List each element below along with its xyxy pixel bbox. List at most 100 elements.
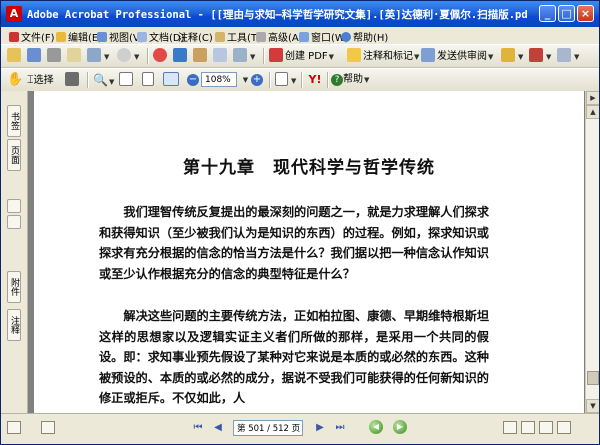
print-icon — [47, 48, 61, 62]
scroll-up-button[interactable]: ▲ — [586, 105, 599, 119]
organizer-button[interactable]: ▼ — [87, 48, 109, 64]
organizer-icon — [87, 48, 101, 62]
continuous-icon[interactable] — [521, 421, 535, 434]
hand-tool-button[interactable]: ✋ — [7, 72, 23, 88]
tab-comments[interactable]: 注释 — [7, 309, 21, 341]
more-tools-button[interactable]: ▼ — [233, 48, 255, 64]
tab-layers[interactable] — [7, 199, 21, 213]
open-button[interactable] — [7, 48, 23, 64]
maximize-button[interactable]: □ — [558, 5, 575, 22]
stop-button[interactable] — [153, 48, 169, 64]
menu-advanced[interactable]: 高级(A) — [256, 29, 303, 44]
menu-help[interactable]: 帮助(H) — [341, 29, 388, 44]
page-size-icon[interactable] — [7, 421, 21, 434]
options-arrow-icon[interactable]: ▶ — [586, 91, 599, 105]
menu-comments[interactable]: 注释(C) — [178, 29, 213, 44]
actual-size-icon — [119, 72, 133, 86]
menu-bar: 文件(F) 编辑(E) 视图(V) 文档(D) 注释(C) 工具(T) 高级(A… — [1, 27, 599, 44]
create-pdf-button[interactable]: 创建 PDF▼ — [269, 48, 334, 64]
fit-width-icon — [163, 72, 179, 86]
advanced-icon — [256, 32, 266, 42]
print-button[interactable] — [47, 48, 63, 64]
fit-width-button[interactable] — [163, 72, 181, 88]
email-button[interactable] — [67, 48, 83, 64]
toolbar-separator — [327, 72, 329, 88]
secure-doc-button[interactable]: ▼ — [501, 48, 523, 64]
select-tool-button[interactable]: ⌶选择 — [27, 72, 54, 88]
folder-open-icon — [7, 48, 21, 62]
menu-tools[interactable]: 工具(T) — [215, 29, 261, 44]
form-button[interactable] — [213, 48, 229, 64]
facing-icon[interactable] — [539, 421, 553, 434]
help-button[interactable]: ? 帮助▼ — [331, 72, 369, 88]
menu-edit[interactable]: 编辑(E) — [56, 29, 102, 44]
zoom-in-button[interactable]: + — [249, 72, 265, 88]
zoom-icon: 🔍 — [93, 73, 108, 87]
acrobat-window: A Adobe Acrobat Professional - [[理由与求知—科… — [0, 0, 600, 445]
toolbar-separator — [263, 48, 265, 64]
acrobat-app-icon[interactable]: A — [6, 6, 22, 22]
help-icon — [341, 32, 351, 42]
tools-icon — [215, 32, 225, 42]
status-bar: ⏮ ◀ 第 501 / 512 页 ▶ ⏭ ◀ ▶ — [1, 413, 599, 444]
body-paragraph: 我们理智传统反复提出的最深刻的问题之一，就是力求理解人们探求和获得知识（至少被我… — [99, 205, 490, 281]
edit-icon — [56, 32, 66, 42]
pdf-page[interactable]: 第十九章 现代科学与哲学传统 我们理智传统反复提出的最深刻的问题之一，就是力求理… — [34, 91, 584, 413]
zoom-out-icon: − — [187, 74, 199, 86]
tab-attachments[interactable]: 附件 — [7, 271, 21, 303]
zoom-tool-button[interactable]: 🔍▼ — [93, 72, 114, 88]
pen-icon — [529, 48, 543, 62]
secure-icon — [173, 48, 187, 62]
yahoo-toolbar-button[interactable]: Y! — [307, 72, 323, 88]
lock-icon — [501, 48, 515, 62]
next-page-button[interactable]: ▶ — [313, 421, 327, 435]
forms-button[interactable]: ▼ — [557, 48, 579, 64]
secure-button[interactable] — [173, 48, 189, 64]
close-button[interactable]: × — [577, 5, 594, 22]
save-button[interactable] — [27, 48, 43, 64]
send-for-review-button[interactable]: 发送供审阅▼ — [421, 48, 493, 64]
scroll-down-button[interactable]: ▼ — [586, 399, 599, 413]
toolbar-separator — [301, 72, 303, 88]
navigation-panel: 书签 页面 附件 注释 — [1, 91, 28, 413]
page-number-field[interactable]: 第 501 / 512 页 — [233, 420, 303, 436]
body-paragraph: 解决这些问题的主要传统方法，正如柏拉图、康德、早期维特根斯坦这样的思想家以及逻辑… — [99, 309, 490, 405]
zoom-out-button[interactable]: − — [185, 72, 201, 88]
actual-size-button[interactable] — [119, 72, 135, 88]
title-bar[interactable]: A Adobe Acrobat Professional - [[理由与求知—科… — [1, 1, 599, 27]
last-page-button[interactable]: ⏭ — [333, 421, 347, 435]
page-layout-icon — [275, 72, 288, 86]
save-icon — [27, 48, 41, 62]
window-icon — [299, 32, 309, 42]
single-page-icon[interactable] — [503, 421, 517, 434]
zoom-input[interactable]: 108% — [201, 72, 237, 87]
snapshot-button[interactable] — [65, 72, 81, 88]
previous-page-button[interactable]: ◀ — [211, 421, 225, 435]
rotate-view-button[interactable]: ▼ — [275, 72, 296, 88]
hand-icon: ✋ — [7, 72, 24, 87]
yahoo-icon: Y! — [308, 73, 322, 86]
search-button[interactable]: ▼ — [117, 48, 139, 64]
fit-page-button[interactable] — [141, 72, 157, 88]
file-icon — [9, 32, 19, 42]
view-mode-icon[interactable] — [41, 421, 55, 434]
continuous-facing-icon[interactable] — [557, 421, 571, 434]
first-page-button[interactable]: ⏮ — [191, 421, 205, 435]
comment-markup-button[interactable]: 注释和标记▼ — [347, 48, 419, 64]
scroll-thumb[interactable] — [587, 371, 599, 385]
help-icon: ? — [331, 74, 343, 86]
create-pdf-icon — [269, 48, 283, 62]
tab-bookmarks[interactable]: 书签 — [7, 105, 21, 137]
previous-view-button[interactable]: ◀ — [369, 420, 383, 434]
fit-page-icon — [142, 72, 154, 86]
next-view-button[interactable]: ▶ — [393, 420, 407, 434]
minimize-button[interactable]: _ — [539, 5, 556, 22]
tab-signatures[interactable] — [7, 215, 21, 229]
tab-pages[interactable]: 页面 — [7, 139, 21, 171]
sign-button[interactable] — [193, 48, 209, 64]
document-pane[interactable]: 第十九章 现代科学与哲学传统 我们理智传统反复提出的最深刻的问题之一，就是力求理… — [28, 91, 585, 413]
file-toolbar: ▼ ▼ ▼ 创建 PDF▼ 注释和标记▼ 发送供审阅▼ ▼ ▼ ▼ — [1, 44, 599, 68]
sign-doc-button[interactable]: ▼ — [529, 48, 551, 64]
vertical-scrollbar[interactable]: ▶ ▲ ▼ — [585, 91, 599, 413]
menu-file[interactable]: 文件(F) — [9, 29, 55, 44]
